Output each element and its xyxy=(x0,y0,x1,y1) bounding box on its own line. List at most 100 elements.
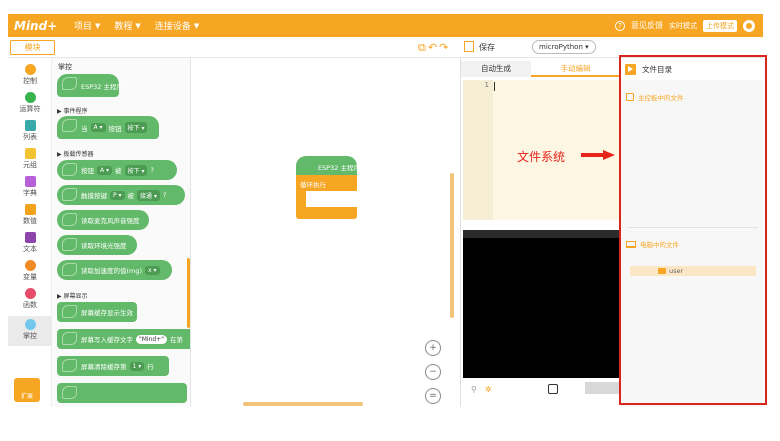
redo-icon[interactable]: ↷ xyxy=(439,41,448,55)
block-text: ? xyxy=(150,166,154,174)
menu-connect-device[interactable]: 连接设备 ▼ xyxy=(154,19,199,33)
board-icon xyxy=(24,319,36,330)
palette-scrollbar[interactable] xyxy=(187,258,190,328)
extension-button[interactable]: 扩展 xyxy=(14,378,40,402)
gear-icon[interactable] xyxy=(743,19,755,32)
block-logo-icon xyxy=(62,213,77,226)
clear-output-icon[interactable] xyxy=(547,384,558,394)
block-text: 按钮 xyxy=(108,124,122,133)
zoom-in-icon[interactable]: + xyxy=(425,340,441,356)
settings-icon[interactable]: ✲ xyxy=(485,385,492,394)
block-dropdown[interactable]: A ▾ xyxy=(90,123,106,132)
zoom-reset-icon[interactable]: = xyxy=(425,388,441,404)
block-logo-icon xyxy=(62,77,77,90)
block-logo-icon xyxy=(62,238,77,251)
script-workspace[interactable]: ESP32 主程序 循环执行 + − = xyxy=(191,58,455,407)
dict-icon xyxy=(24,176,36,187)
menu-connect-label: 连接设备 xyxy=(154,22,191,32)
block-dropdown[interactable]: P ▾ xyxy=(110,190,125,200)
category-variable[interactable]: 变量 xyxy=(8,260,52,282)
menu-project[interactable]: 项目 ▼ xyxy=(74,19,101,33)
workspace-main-block[interactable]: ESP32 主程序 xyxy=(296,156,360,175)
block-button-pressed[interactable]: 按钮 A ▾ 被按下 ▾? xyxy=(57,160,177,180)
section-label: 板载传感器 xyxy=(63,151,94,158)
undo-icon[interactable]: ↶ xyxy=(428,41,437,55)
category-label: 数值 xyxy=(23,217,37,225)
dropdown-value: 按下 xyxy=(127,125,140,132)
app-logo: Mind+ xyxy=(14,18,58,33)
category-label: 掌控 xyxy=(23,332,37,340)
block-logo-icon xyxy=(62,119,77,132)
top-menu-bar: Mind+ 项目 ▼ 教程 ▼ 连接设备 ▼ ? 意见反馈 实时模式 上传模式 xyxy=(8,14,763,37)
block-logo-icon xyxy=(62,263,77,276)
block-screen-flush[interactable]: 屏幕缓存显示生效 xyxy=(57,302,137,322)
dropdown-value: 接通 xyxy=(140,192,153,200)
function-icon xyxy=(24,288,36,299)
tuple-icon xyxy=(24,148,36,159)
block-logo-icon xyxy=(62,188,77,201)
text-input-value: "Mind+" xyxy=(139,335,165,343)
module-button[interactable]: 模块 xyxy=(10,40,55,55)
block-text-input[interactable]: "Mind+" xyxy=(136,334,168,344)
block-dropdown[interactable]: 按下 ▾ xyxy=(124,122,148,133)
menu-tutorial[interactable]: 教程 ▼ xyxy=(114,19,140,33)
block-on-button[interactable]: 当A ▾ 按钮 按下 ▾ xyxy=(57,116,159,139)
caret-down-icon: ▼ xyxy=(95,21,101,30)
zoom-out-icon[interactable]: − xyxy=(425,364,441,380)
crop-icon[interactable]: ⧉ xyxy=(418,41,426,55)
category-list[interactable]: 列表 xyxy=(8,120,52,142)
save-button[interactable]: 保存 xyxy=(479,42,495,53)
tab-manual-edit[interactable]: 手动编辑 xyxy=(531,61,620,77)
category-label: 控制 xyxy=(23,77,37,85)
category-text[interactable]: 文本 xyxy=(8,232,52,254)
realtime-mode-toggle[interactable]: 实时模式 xyxy=(669,21,697,31)
category-function[interactable]: 函数 xyxy=(8,288,52,310)
block-screen-partial[interactable] xyxy=(57,383,187,403)
block-esp32-main[interactable]: ESP32 主程序 xyxy=(57,74,123,97)
category-control[interactable]: 控制 xyxy=(8,64,52,86)
block-screen-write-text[interactable]: 屏幕写入缓存文字 "Mind+" 在第 xyxy=(57,329,190,349)
block-dropdown[interactable]: 按下 ▾ xyxy=(124,164,148,176)
workspace-vertical-scrollbar[interactable] xyxy=(450,173,454,318)
block-dropdown[interactable]: 接通 ▾ xyxy=(137,189,160,201)
save-icon[interactable] xyxy=(464,41,474,52)
category-number[interactable]: 数值 xyxy=(8,204,52,226)
category-dict[interactable]: 字典 xyxy=(8,176,52,198)
upload-mode-toggle[interactable]: 上传模式 xyxy=(703,19,737,32)
workspace-loop-block[interactable]: 循环执行 xyxy=(296,175,357,220)
top-right-controls: ? 意见反馈 实时模式 上传模式 xyxy=(615,14,755,37)
block-text: 按钮 xyxy=(81,167,94,175)
section-screen[interactable]: ▶ 屏幕显示 xyxy=(57,291,88,300)
control-icon xyxy=(24,64,36,75)
language-select[interactable]: microPython ▾ xyxy=(532,40,596,54)
block-logo-icon xyxy=(62,305,77,318)
block-read-light[interactable]: 读取环境光强度 xyxy=(57,235,137,255)
help-icon[interactable]: ? xyxy=(615,20,625,31)
block-palette: 掌控 ESP32 主程序 ▶ 事件程序 当A ▾ 按钮 按下 ▾ ▶ 板载传感器 按… xyxy=(52,58,191,407)
section-sensors[interactable]: ▶ 板载传感器 xyxy=(57,149,94,158)
block-dropdown[interactable]: A ▾ xyxy=(97,165,113,175)
menu-tutorial-label: 教程 xyxy=(114,22,133,32)
serial-terminal[interactable] xyxy=(463,230,620,378)
category-label: 文本 xyxy=(23,245,37,253)
block-text: ? xyxy=(162,191,167,199)
block-dropdown[interactable]: 1 ▾ xyxy=(129,361,145,371)
category-operators[interactable]: 运算符 xyxy=(8,92,52,114)
feedback-link[interactable]: 意见反馈 xyxy=(631,20,663,31)
block-touch-key[interactable]: 触摸按键 P ▾ 被接通 ▾? xyxy=(57,185,185,205)
block-read-accel[interactable]: 读取加速度的值(mg) x ▾ xyxy=(57,260,172,280)
terminal-input[interactable] xyxy=(585,382,620,394)
usb-icon[interactable]: ⚲ xyxy=(471,385,477,394)
workspace-horizontal-scrollbar[interactable] xyxy=(243,402,363,406)
category-tuple[interactable]: 元组 xyxy=(8,148,52,170)
block-screen-clear-line[interactable]: 屏幕清除缓存第 1 ▾ 行 xyxy=(57,356,169,376)
block-text: 在第 xyxy=(170,336,184,344)
block-dropdown[interactable]: x ▾ xyxy=(145,265,160,275)
section-events[interactable]: ▶ 事件程序 xyxy=(57,106,88,115)
block-read-mic[interactable]: 读取麦克风声音强度 xyxy=(57,210,149,230)
category-board[interactable]: 掌控 xyxy=(8,316,52,346)
code-panel: 自动生成 手动编辑 1 ⚲ ✲ xyxy=(460,58,620,407)
dropdown-value: 1 xyxy=(132,362,137,370)
tab-auto-generate[interactable]: 自动生成 xyxy=(461,61,531,77)
annotation-arrow-icon xyxy=(581,150,615,160)
